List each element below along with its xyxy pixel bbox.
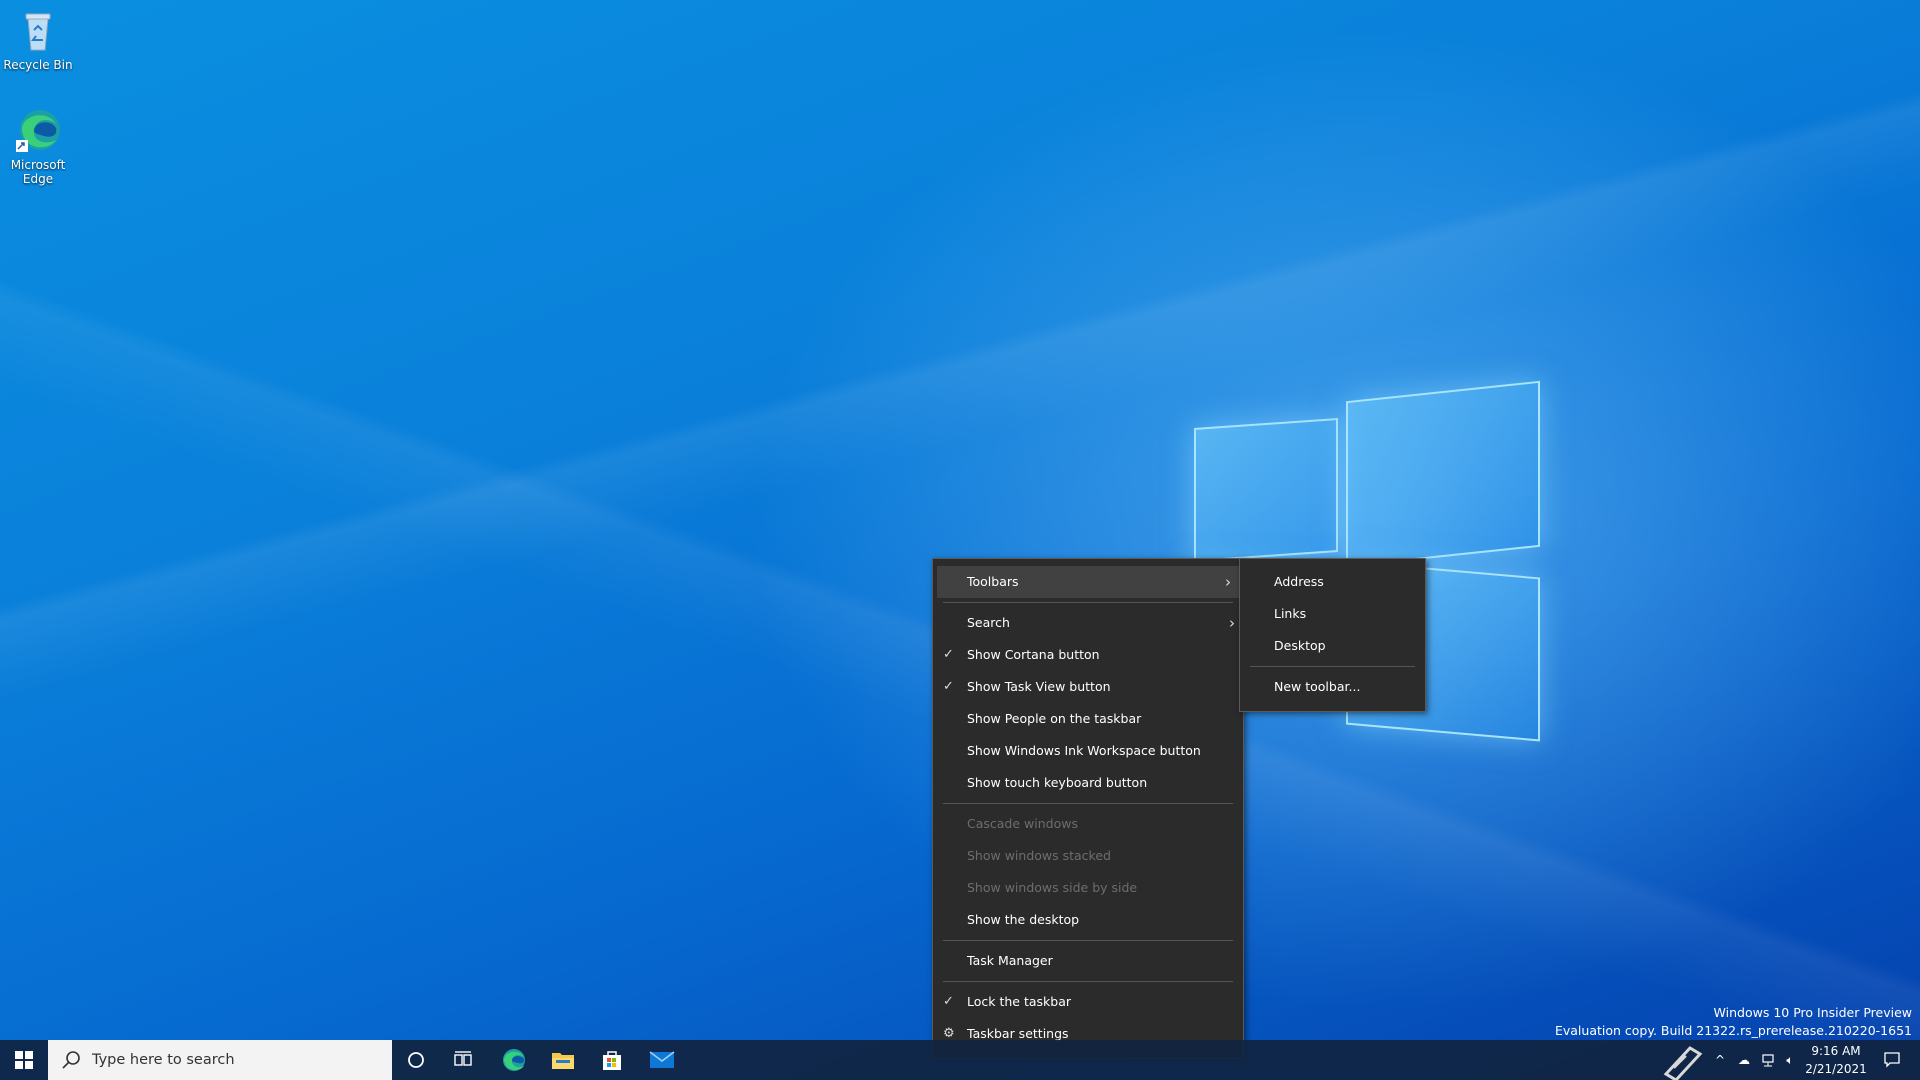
submenu-item-address[interactable]: Address xyxy=(1240,566,1425,598)
menu-item-label: Lock the taskbar xyxy=(967,994,1072,1009)
chevron-right-icon: › xyxy=(1225,573,1231,591)
menu-item-label: New toolbar... xyxy=(1274,679,1361,694)
menu-separator xyxy=(1250,666,1415,667)
desktop-icon-recycle-bin[interactable]: Recycle Bin xyxy=(0,6,76,72)
submenu-item-desktop[interactable]: Desktop xyxy=(1240,630,1425,662)
taskbar: Type here to search ^ ☁ 🔈︎ 9:16 AM 2/21/… xyxy=(0,1040,1920,1080)
taskbar-clock[interactable]: 9:16 AM 2/21/2021 xyxy=(1800,1042,1872,1078)
checkmark-icon: ✓ xyxy=(943,994,954,1009)
build-watermark: Windows 10 Pro Insider Preview Evaluatio… xyxy=(1555,1004,1912,1040)
menu-item-show-cortana-button[interactable]: ✓ Show Cortana button xyxy=(933,639,1243,671)
store-icon xyxy=(603,1051,621,1070)
mail-icon xyxy=(649,1051,675,1068)
menu-separator xyxy=(943,803,1233,804)
menu-item-label: Cascade windows xyxy=(967,816,1078,831)
task-view-icon xyxy=(454,1051,472,1066)
menu-item-show-task-view-button[interactable]: ✓ Show Task View button xyxy=(933,671,1243,703)
taskbar-search-box[interactable]: Type here to search xyxy=(48,1040,392,1080)
checkmark-icon: ✓ xyxy=(943,647,954,662)
menu-item-lock-taskbar[interactable]: ✓ Lock the taskbar xyxy=(933,986,1243,1018)
chevron-right-icon: › xyxy=(1229,614,1235,632)
chevron-up-icon[interactable]: ^ xyxy=(1708,1040,1732,1080)
recycle-bin-icon xyxy=(14,6,62,54)
taskbar-file-explorer[interactable] xyxy=(539,1040,587,1080)
taskbar-mail[interactable] xyxy=(638,1040,686,1080)
menu-item-label: Show Task View button xyxy=(967,679,1111,694)
menu-item-show-windows-side-by-side: Show windows side by side xyxy=(933,872,1243,904)
action-center-button[interactable] xyxy=(1876,1040,1908,1080)
menu-item-label: Taskbar settings xyxy=(967,1026,1069,1041)
menu-item-toolbars[interactable]: Toolbars › xyxy=(937,566,1239,598)
edge-icon xyxy=(14,106,62,154)
network-icon[interactable] xyxy=(1756,1040,1780,1080)
menu-item-label: Show People on the taskbar xyxy=(967,711,1142,726)
windows-start-icon xyxy=(15,1051,33,1069)
clock-time: 9:16 AM xyxy=(1811,1044,1861,1058)
pen-tray-icon xyxy=(1663,1046,1703,1080)
toolbars-submenu: Address Links Desktop New toolbar... xyxy=(1239,558,1426,712)
taskbar-context-menu: Toolbars › Search › ✓ Show Cortana butto… xyxy=(932,558,1244,1059)
menu-item-label: Show Windows Ink Workspace button xyxy=(967,743,1201,758)
submenu-item-links[interactable]: Links xyxy=(1240,598,1425,630)
menu-item-search[interactable]: Search › xyxy=(933,607,1243,639)
menu-item-show-touch-keyboard[interactable]: Show touch keyboard button xyxy=(933,767,1243,799)
menu-item-show-people[interactable]: Show People on the taskbar xyxy=(933,703,1243,735)
start-button[interactable] xyxy=(0,1040,48,1080)
watermark-line: Windows 10 Pro Insider Preview xyxy=(1713,1005,1912,1020)
cortana-icon xyxy=(408,1052,424,1068)
menu-item-label: Show Cortana button xyxy=(967,647,1100,662)
menu-item-show-desktop[interactable]: Show the desktop xyxy=(933,904,1243,936)
menu-item-label: Address xyxy=(1274,574,1324,589)
checkmark-icon: ✓ xyxy=(943,679,954,694)
menu-item-label: Toolbars xyxy=(967,574,1019,589)
menu-item-label: Task Manager xyxy=(967,953,1053,968)
watermark-line: Evaluation copy. Build 21322.rs_prerelea… xyxy=(1554,1023,1912,1038)
edge-icon xyxy=(503,1049,525,1071)
menu-separator xyxy=(943,981,1233,982)
menu-item-task-manager[interactable]: Task Manager xyxy=(933,945,1243,977)
task-view-button[interactable] xyxy=(440,1040,488,1080)
taskbar-store[interactable] xyxy=(588,1040,636,1080)
clock-date: 2/21/2021 xyxy=(1805,1062,1867,1076)
notification-icon xyxy=(1884,1052,1900,1068)
menu-separator xyxy=(943,602,1233,603)
search-icon xyxy=(62,1051,80,1069)
desktop-icon-microsoft-edge[interactable]: Microsoft Edge xyxy=(0,106,76,186)
file-explorer-icon xyxy=(552,1053,574,1069)
menu-item-label: Links xyxy=(1274,606,1307,621)
menu-separator xyxy=(943,940,1233,941)
menu-item-cascade-windows: Cascade windows xyxy=(933,808,1243,840)
tray-overflow-button[interactable] xyxy=(1660,1040,1706,1080)
desktop-icon-label: Recycle Bin xyxy=(3,58,73,72)
menu-item-label: Show touch keyboard button xyxy=(967,775,1148,790)
desktop-icon-label: Microsoft Edge xyxy=(10,158,66,186)
submenu-item-new-toolbar[interactable]: New toolbar... xyxy=(1240,671,1425,703)
menu-item-label: Desktop xyxy=(1274,638,1326,653)
onedrive-icon[interactable]: ☁ xyxy=(1732,1040,1756,1080)
search-placeholder: Type here to search xyxy=(92,1052,235,1068)
menu-item-label: Show the desktop xyxy=(967,912,1080,927)
cortana-button[interactable] xyxy=(392,1040,440,1080)
menu-item-label: Show windows side by side xyxy=(967,880,1138,895)
menu-item-label: Show windows stacked xyxy=(967,848,1111,863)
menu-item-show-windows-ink[interactable]: Show Windows Ink Workspace button xyxy=(933,735,1243,767)
menu-item-label: Search xyxy=(967,615,1010,630)
taskbar-edge[interactable] xyxy=(490,1040,538,1080)
menu-item-show-windows-stacked: Show windows stacked xyxy=(933,840,1243,872)
volume-icon[interactable]: 🔈︎ xyxy=(1778,1040,1802,1080)
